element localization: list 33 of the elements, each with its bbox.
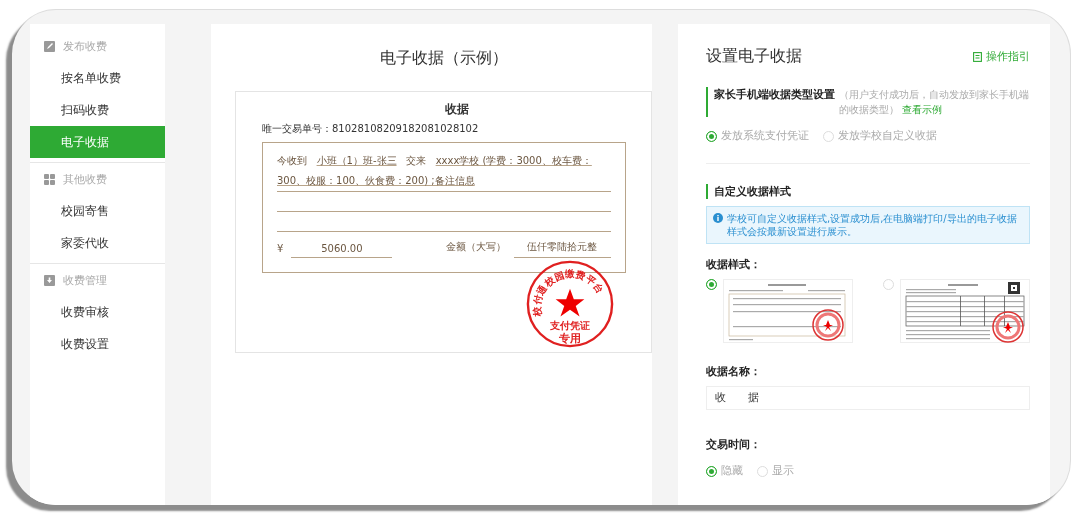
settings-title: 设置电子收据 xyxy=(706,46,802,67)
info-icon xyxy=(713,213,723,223)
section-heading: 家长手机端收据类型设置 xyxy=(714,87,835,102)
sidebar-group-title: 发布收费 xyxy=(63,38,107,54)
serial-number: 唯一交易单号：81028108209182081028102 xyxy=(262,122,480,136)
style-radio[interactable] xyxy=(706,279,717,290)
sidebar-group-title: 收费管理 xyxy=(63,272,107,288)
grid-icon xyxy=(44,173,55,185)
edit-icon xyxy=(44,40,55,52)
receipt-text: 今收到 小班（1）班-张三 交来 xxxx学校 (学费：3000、校车费：300、校服：100、伙食费：200) ;备注信息 xyxy=(277,151,611,192)
time-label: 交易时间： xyxy=(706,438,762,452)
sidebar-item[interactable]: 收费审核 xyxy=(30,296,165,328)
receipt-title: 收据 xyxy=(443,102,470,117)
info-text: 学校可自定义收据样式,设置成功后,在电脑端打印/导出的电子收据样式会按最新设置进行展示。 xyxy=(727,212,1018,238)
sidebar-group-title: 其他收费 xyxy=(63,171,107,187)
name-input-field[interactable]: 收 据 xyxy=(706,386,1030,410)
name-label: 收据名称： xyxy=(706,365,762,379)
amount-value: 5060.00 xyxy=(291,243,393,258)
section-note: （用户支付成功后，自动发放到家长手机端的收据类型） 查看示例 xyxy=(839,88,1030,117)
amount-words: 伍仟零陆拾元整 xyxy=(513,240,611,258)
sidebar-item[interactable]: 按名单收费 xyxy=(30,62,165,94)
document-icon xyxy=(973,51,982,62)
section-heading: 自定义收据样式 xyxy=(714,184,791,199)
style-label: 收据样式： xyxy=(706,258,762,272)
seal-stamp: 校付通校园缴费平台 支付凭证 专用 xyxy=(526,260,614,348)
sidebar-item[interactable]: 扫码收费 xyxy=(30,94,165,126)
preview-title: 电子收据（示例） xyxy=(378,48,509,69)
currency-sign: ¥ xyxy=(277,243,284,256)
sidebar-item[interactable]: 收费设置 xyxy=(30,328,165,360)
amount-words-label: 金额（大写） xyxy=(445,240,506,254)
sidebar-item[interactable]: 校园寄售 xyxy=(30,195,165,227)
download-icon xyxy=(44,274,55,286)
sidebar-item[interactable]: 家委代收 xyxy=(30,227,165,259)
